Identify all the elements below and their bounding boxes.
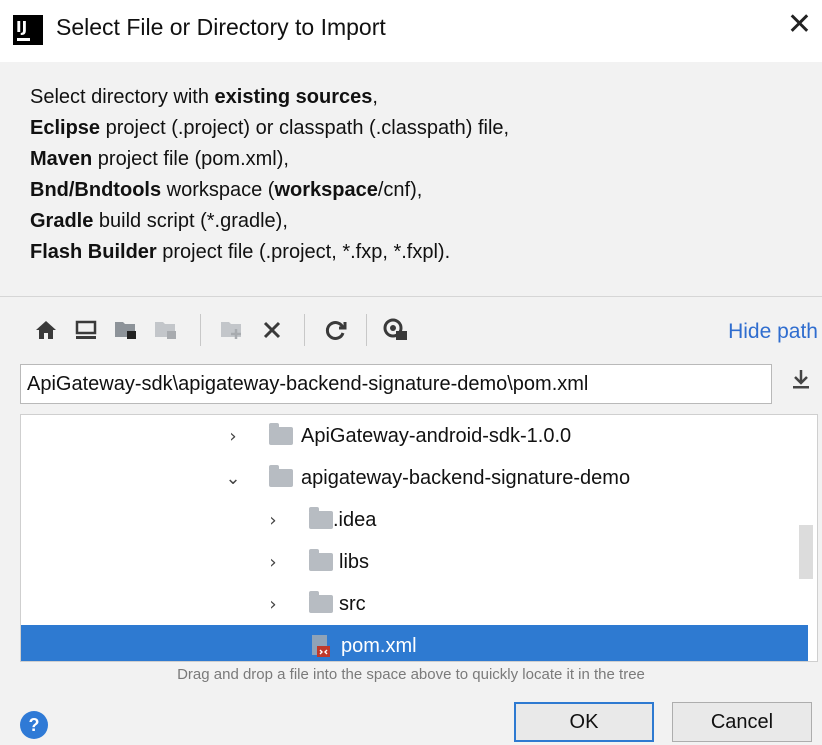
description-bold-text: Maven <box>30 148 93 170</box>
help-icon[interactable]: ? <box>20 711 48 739</box>
description-bold-text: Gradle <box>30 210 94 232</box>
description-line: Eclipse project (.project) or classpath … <box>30 113 509 144</box>
project-folder-icon[interactable] <box>112 316 140 344</box>
divider <box>0 296 822 297</box>
description-line: Bnd/Bndtools workspace (workspace/cnf), <box>30 175 509 206</box>
tree-row-label: pom.xml <box>341 634 417 657</box>
description-text: , <box>372 86 378 108</box>
tree-row[interactable]: › ApiGateway-android-sdk-1.0.0 <box>21 415 808 457</box>
chevron-right-icon[interactable]: › <box>223 426 243 447</box>
tree-row[interactable]: › .idea <box>21 499 808 541</box>
folder-icon <box>309 549 333 571</box>
description-text: Select directory with <box>30 86 215 108</box>
tree-scrollbar[interactable] <box>799 525 813 579</box>
cancel-button[interactable]: Cancel <box>672 702 812 742</box>
description-bold-text: existing sources <box>214 86 373 108</box>
show-hidden-icon[interactable] <box>382 316 410 344</box>
tree-row[interactable]: ⌄ apigateway-backend-signature-demo <box>21 457 808 499</box>
chevron-down-icon[interactable]: ⌄ <box>223 468 243 489</box>
intellij-app-icon: IJ <box>13 15 43 45</box>
description-text: build script (*.gradle), <box>93 210 288 232</box>
desktop-icon[interactable] <box>72 316 100 344</box>
folder-icon <box>269 423 293 445</box>
tree-row[interactable]: › src <box>21 583 808 625</box>
toolbar-separator <box>200 314 201 346</box>
refresh-icon[interactable] <box>322 316 350 344</box>
home-icon[interactable] <box>32 316 60 344</box>
dialog-content: Select directory with existing sources, E… <box>0 62 822 745</box>
folder-icon <box>269 465 293 487</box>
description-bold-text: Bnd/Bndtools <box>30 179 162 201</box>
hide-path-link[interactable]: Hide path <box>728 320 818 344</box>
description-bold-text: Eclipse <box>30 117 101 139</box>
import-description: Select directory with existing sources, E… <box>30 82 509 268</box>
ok-button[interactable]: OK <box>514 702 654 742</box>
description-bold-text: workspace <box>274 179 378 201</box>
description-line: Maven project file (pom.xml), <box>30 144 509 175</box>
delete-icon[interactable] <box>258 316 286 344</box>
description-bold-text: Flash Builder <box>30 241 157 263</box>
maven-file-icon <box>311 634 331 658</box>
description-line: Flash Builder project file (.project, *.… <box>30 237 509 268</box>
description-line: Gradle build script (*.gradle), <box>30 206 509 237</box>
toolbar-separator <box>304 314 305 346</box>
description-text: /cnf), <box>377 179 423 201</box>
chevron-right-icon[interactable]: › <box>263 552 283 573</box>
download-icon[interactable] <box>788 368 814 400</box>
toolbar-separator <box>366 314 367 346</box>
tree-row-label: ApiGateway-android-sdk-1.0.0 <box>301 424 572 447</box>
tree-row-label: libs <box>339 550 370 573</box>
description-text: project file (.project, *.fxp, *.fxpl). <box>156 241 451 263</box>
chevron-right-icon[interactable]: › <box>263 510 283 531</box>
folder-icon <box>309 591 333 613</box>
description-text: project (.project) or classpath (.classp… <box>100 117 510 139</box>
description-text: workspace ( <box>161 179 275 201</box>
description-text: project file (pom.xml), <box>92 148 289 170</box>
tree-row-label: src <box>339 592 366 615</box>
tree-row[interactable]: › libs <box>21 541 808 583</box>
file-chooser-toolbar: Hide path <box>32 308 822 352</box>
module-folder-icon[interactable] <box>152 316 180 344</box>
file-tree[interactable]: › ApiGateway-android-sdk-1.0.0 ⌄ apigate… <box>20 414 818 662</box>
dialog-title: Select File or Directory to Import <box>56 14 386 40</box>
folder-icon <box>309 507 333 529</box>
path-input[interactable]: ApiGateway-sdk\apigateway-backend-signat… <box>20 364 772 404</box>
description-line: Select directory with existing sources, <box>30 82 509 113</box>
close-icon[interactable]: ✕ <box>787 10 812 40</box>
tree-row-label: apigateway-backend-signature-demo <box>301 466 631 489</box>
tree-row-label: .idea <box>333 508 377 531</box>
chevron-right-icon[interactable]: › <box>263 594 283 615</box>
tree-row-selected[interactable]: pom.xml <box>21 625 808 661</box>
title-bar: IJ Select File or Directory to Import ✕ <box>0 0 822 62</box>
new-folder-icon[interactable] <box>218 316 246 344</box>
drag-drop-hint: Drag and drop a file into the space abov… <box>177 666 645 683</box>
